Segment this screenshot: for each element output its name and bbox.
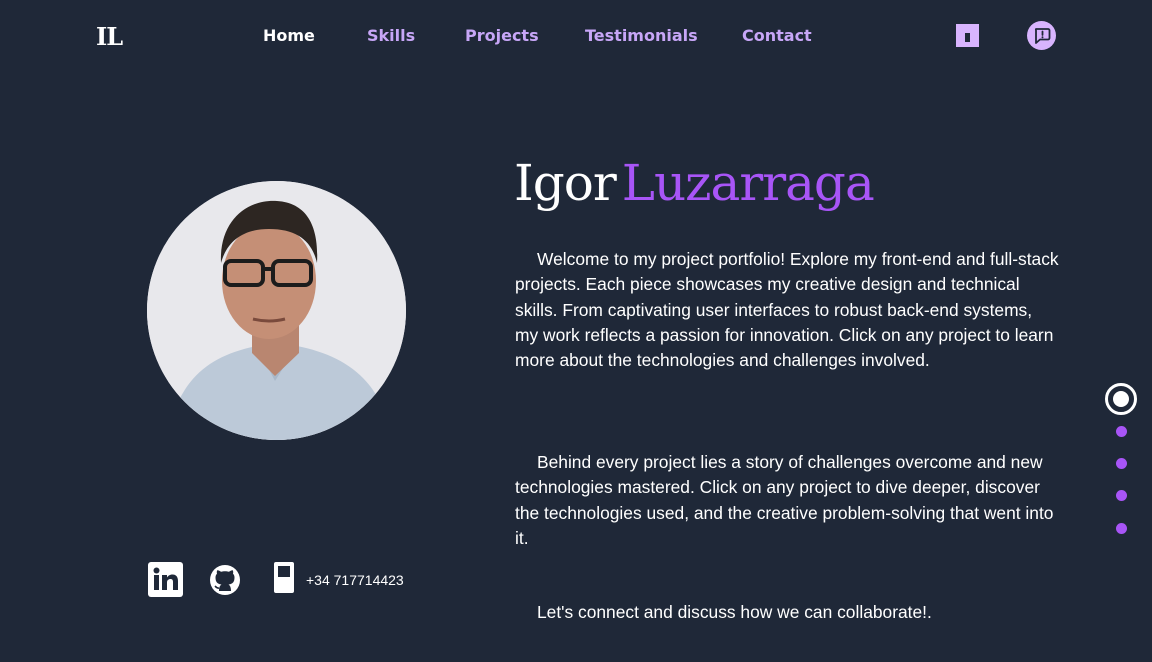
intro-paragraph: Welcome to my project portfolio! Explore…: [515, 249, 1059, 371]
github-icon[interactable]: [209, 564, 241, 596]
phone-number[interactable]: +34 717714423: [306, 572, 404, 588]
section-dot[interactable]: [1116, 458, 1127, 469]
chat-icon[interactable]: [1027, 21, 1056, 50]
hero-first-name: Igor: [514, 154, 617, 212]
story-paragraph: Behind every project lies a story of cha…: [515, 452, 1054, 548]
connect-paragraph: Let's connect and discuss how we can col…: [537, 602, 932, 622]
hero-title: Igor Luzarraga: [514, 154, 875, 212]
phone-icon[interactable]: [273, 561, 295, 594]
hero-last-name: Luzarraga: [621, 154, 875, 212]
chat-bubble-icon: [1034, 27, 1050, 44]
nav-contact[interactable]: Contact: [742, 26, 812, 45]
nav-projects[interactable]: Projects: [465, 26, 539, 45]
section-dot[interactable]: [1116, 426, 1127, 437]
section-dot-active[interactable]: [1105, 383, 1137, 415]
page: IL Home Skills Projects Testimonials Con…: [0, 0, 1152, 662]
profile-photo: [147, 181, 406, 440]
linkedin-icon[interactable]: [148, 562, 183, 597]
main-nav: Home Skills Projects Testimonials Contac…: [0, 26, 1152, 48]
section-dot[interactable]: [1116, 490, 1127, 501]
flipboard-icon[interactable]: [956, 24, 979, 47]
nav-testimonials[interactable]: Testimonials: [585, 26, 698, 45]
nav-home[interactable]: Home: [263, 26, 315, 45]
nav-skills[interactable]: Skills: [367, 26, 415, 45]
section-dot[interactable]: [1116, 523, 1127, 534]
